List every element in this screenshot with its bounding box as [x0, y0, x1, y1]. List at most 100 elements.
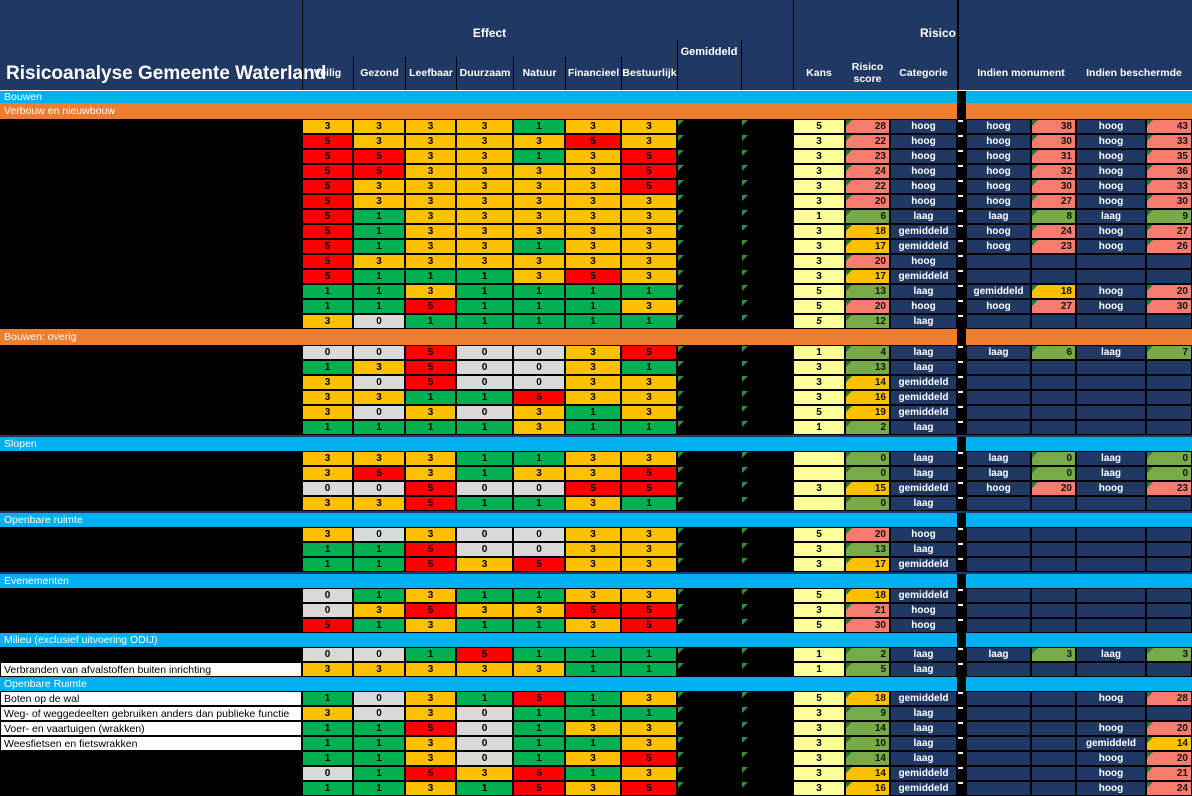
- cell-effect[interactable]: 5: [353, 164, 405, 179]
- cell-beschermde-categorie[interactable]: hoog: [1076, 751, 1146, 766]
- cell-beschermde-score[interactable]: 28: [1146, 691, 1192, 706]
- cell-risico-score[interactable]: 14: [845, 375, 890, 390]
- cell-effect[interactable]: 1: [565, 706, 621, 721]
- cell-monument-categorie[interactable]: hoog: [966, 239, 1031, 254]
- cell-beschermde-score[interactable]: 0: [1146, 451, 1192, 466]
- cell-beschermde-score[interactable]: 33: [1146, 179, 1192, 194]
- cell-monument-score[interactable]: [1031, 375, 1076, 390]
- column-header-indien-beschermde[interactable]: Indien beschermde: [1076, 57, 1192, 90]
- cell-effect[interactable]: 5: [302, 194, 353, 209]
- cell-effect[interactable]: 5: [621, 164, 677, 179]
- cell-effect[interactable]: 3: [456, 149, 513, 164]
- cell-hidden[interactable]: [741, 239, 793, 254]
- cell-hidden[interactable]: [741, 691, 793, 706]
- cell-monument-categorie[interactable]: hoog: [966, 119, 1031, 134]
- cell-effect[interactable]: 0: [513, 345, 565, 360]
- cell-gemiddeld-hidden[interactable]: [677, 751, 741, 766]
- cell-effect[interactable]: 0: [353, 647, 405, 662]
- cell-beschermde-score[interactable]: 20: [1146, 751, 1192, 766]
- cell-beschermde-score[interactable]: 24: [1146, 781, 1192, 796]
- cell-beschermde-categorie[interactable]: [1076, 314, 1146, 329]
- cell-effect[interactable]: 3: [621, 254, 677, 269]
- cell-effect[interactable]: 0: [513, 375, 565, 390]
- cell-beschermde-score[interactable]: 3: [1146, 647, 1192, 662]
- cell-effect[interactable]: 1: [565, 314, 621, 329]
- cell-effect[interactable]: 3: [353, 119, 405, 134]
- section-header-bar[interactable]: Openbare Ruimte: [0, 677, 1192, 691]
- cell-effect[interactable]: 3: [405, 618, 456, 633]
- cell-effect[interactable]: 3: [621, 119, 677, 134]
- cell-monument-score[interactable]: [1031, 781, 1076, 796]
- cell-effect[interactable]: 3: [513, 164, 565, 179]
- column-header-bestuurlijk[interactable]: Bestuurlijk: [621, 57, 677, 90]
- cell-gemiddeld-hidden[interactable]: [677, 721, 741, 736]
- cell-effect[interactable]: 3: [621, 375, 677, 390]
- cell-hidden[interactable]: [741, 751, 793, 766]
- cell-monument-score[interactable]: [1031, 405, 1076, 420]
- row-label[interactable]: [0, 239, 302, 254]
- row-label[interactable]: [0, 134, 302, 149]
- cell-kans[interactable]: 5: [793, 299, 845, 314]
- cell-categorie[interactable]: laag: [890, 466, 957, 481]
- cell-effect[interactable]: 5: [565, 134, 621, 149]
- cell-effect[interactable]: 3: [565, 466, 621, 481]
- cell-effect[interactable]: 1: [565, 662, 621, 677]
- cell-gemiddeld-hidden[interactable]: [677, 527, 741, 542]
- cell-categorie[interactable]: gemiddeld: [890, 781, 957, 796]
- cell-beschermde-categorie[interactable]: gemiddeld: [1076, 736, 1146, 751]
- cell-effect[interactable]: 1: [621, 420, 677, 435]
- cell-effect[interactable]: 3: [621, 134, 677, 149]
- cell-monument-categorie[interactable]: gemiddeld: [966, 284, 1031, 299]
- cell-effect[interactable]: 1: [302, 736, 353, 751]
- cell-monument-categorie[interactable]: [966, 557, 1031, 572]
- cell-kans[interactable]: 1: [793, 209, 845, 224]
- cell-beschermde-score[interactable]: [1146, 375, 1192, 390]
- row-label[interactable]: [0, 766, 302, 781]
- cell-kans[interactable]: 3: [793, 269, 845, 284]
- cell-monument-score[interactable]: [1031, 360, 1076, 375]
- cell-hidden[interactable]: [741, 284, 793, 299]
- cell-effect[interactable]: 0: [513, 360, 565, 375]
- cell-beschermde-categorie[interactable]: hoog: [1076, 481, 1146, 496]
- cell-effect[interactable]: 3: [405, 119, 456, 134]
- cell-hidden[interactable]: [741, 314, 793, 329]
- cell-gemiddeld-hidden[interactable]: [677, 466, 741, 481]
- cell-effect[interactable]: 0: [513, 527, 565, 542]
- cell-risico-score[interactable]: 19: [845, 405, 890, 420]
- cell-beschermde-score[interactable]: [1146, 618, 1192, 633]
- cell-monument-score[interactable]: 27: [1031, 299, 1076, 314]
- cell-effect[interactable]: 0: [456, 405, 513, 420]
- cell-monument-score[interactable]: [1031, 420, 1076, 435]
- cell-hidden[interactable]: [741, 269, 793, 284]
- cell-effect[interactable]: 1: [456, 269, 513, 284]
- row-label[interactable]: [0, 345, 302, 360]
- effect-group-header[interactable]: Effect: [302, 26, 677, 40]
- cell-effect[interactable]: 1: [353, 618, 405, 633]
- row-label[interactable]: [0, 254, 302, 269]
- cell-risico-score[interactable]: 30: [845, 618, 890, 633]
- cell-categorie[interactable]: gemiddeld: [890, 239, 957, 254]
- section-header-bar[interactable]: Openbare ruimte: [0, 513, 1192, 527]
- cell-monument-categorie[interactable]: [966, 375, 1031, 390]
- cell-beschermde-categorie[interactable]: [1076, 706, 1146, 721]
- cell-monument-categorie[interactable]: [966, 390, 1031, 405]
- row-label[interactable]: [0, 269, 302, 284]
- cell-risico-score[interactable]: 0: [845, 466, 890, 481]
- cell-effect[interactable]: 3: [405, 134, 456, 149]
- cell-effect[interactable]: 3: [405, 451, 456, 466]
- cell-effect[interactable]: 3: [302, 375, 353, 390]
- cell-effect[interactable]: 1: [405, 647, 456, 662]
- cell-gemiddeld-hidden[interactable]: [677, 647, 741, 662]
- gemiddeld-column-header[interactable]: Gemiddeld: [677, 46, 741, 58]
- cell-effect[interactable]: 0: [302, 603, 353, 618]
- cell-effect[interactable]: 3: [621, 527, 677, 542]
- section-bar-right[interactable]: [966, 574, 1192, 588]
- cell-monument-categorie[interactable]: [966, 781, 1031, 796]
- cell-effect[interactable]: 1: [302, 299, 353, 314]
- cell-effect[interactable]: 3: [456, 239, 513, 254]
- cell-kans[interactable]: 1: [793, 420, 845, 435]
- cell-beschermde-categorie[interactable]: hoog: [1076, 781, 1146, 796]
- cell-effect[interactable]: 1: [405, 269, 456, 284]
- cell-categorie[interactable]: laag: [890, 647, 957, 662]
- cell-risico-score[interactable]: 13: [845, 542, 890, 557]
